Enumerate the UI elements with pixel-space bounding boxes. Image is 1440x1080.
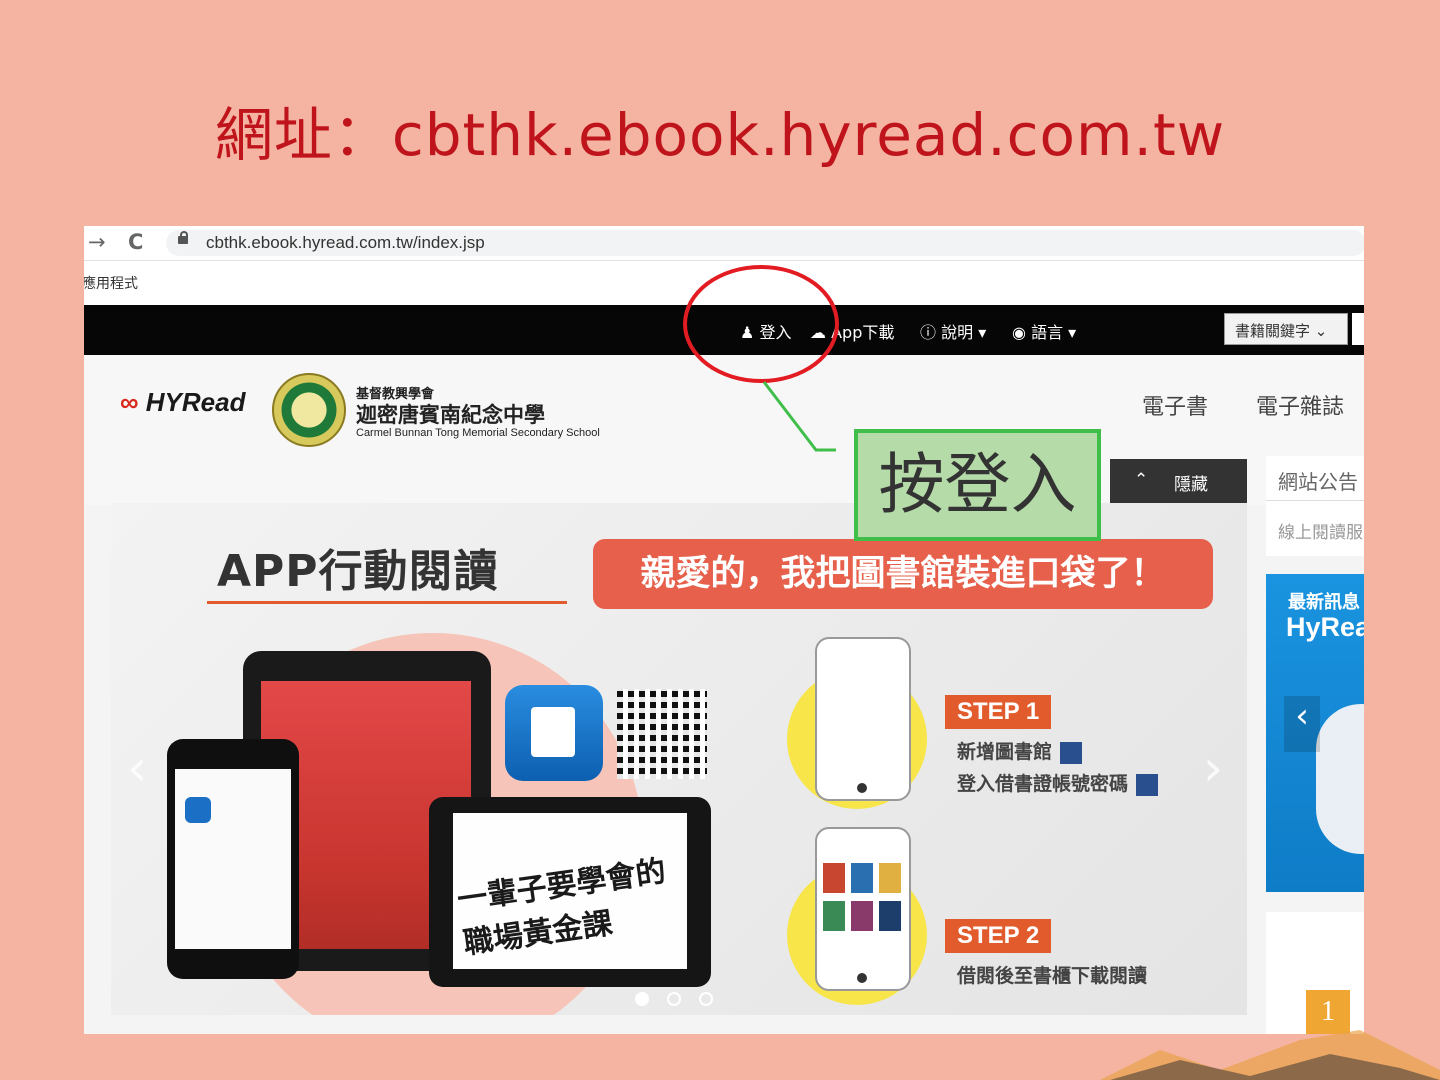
decoration-graphic: [1100, 1030, 1440, 1080]
callout-box: 按登入: [854, 429, 1101, 541]
callout-connector: [762, 381, 836, 452]
